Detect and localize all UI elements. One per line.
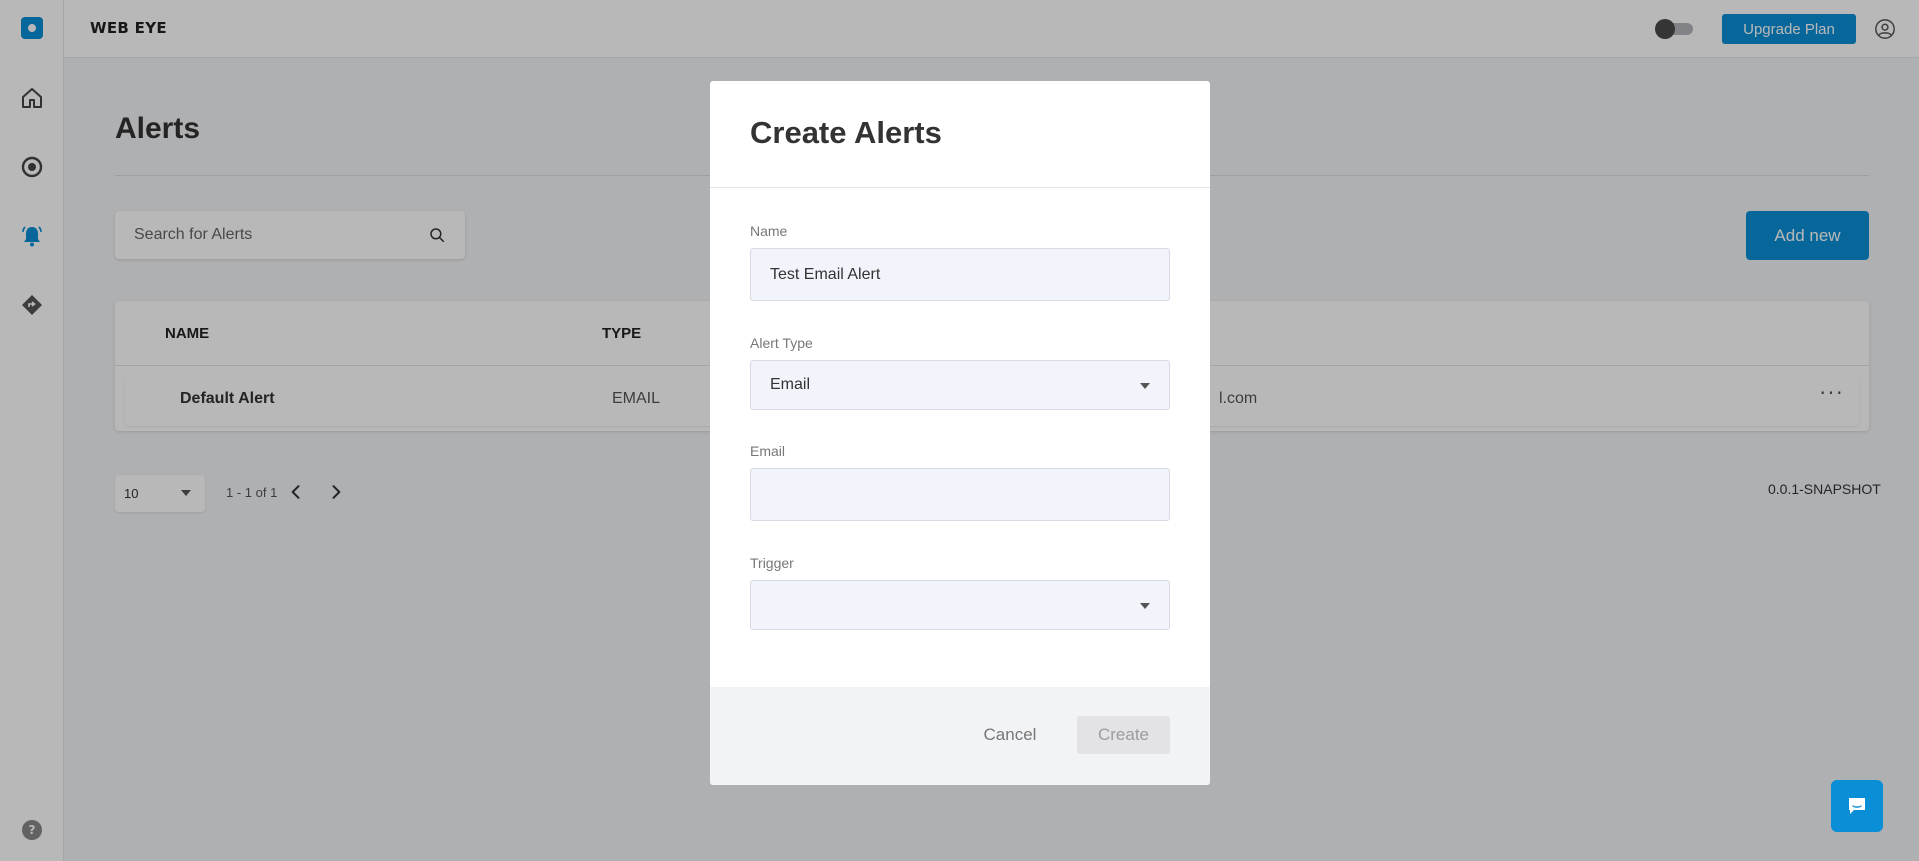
trigger-label: Trigger: [750, 555, 794, 571]
create-alert-dialog: Create Alerts Name Alert Type Email Emai…: [710, 81, 1210, 785]
alert-type-label: Alert Type: [750, 335, 813, 351]
alert-type-value: Email: [770, 376, 811, 393]
email-input[interactable]: [750, 468, 1170, 521]
dialog-title: Create Alerts: [750, 115, 942, 150]
trigger-select[interactable]: [750, 580, 1170, 630]
dialog-header-divider: [710, 187, 1210, 188]
chevron-down-icon: [1140, 603, 1150, 609]
cancel-button[interactable]: Cancel: [970, 716, 1050, 754]
name-label: Name: [750, 223, 788, 239]
chat-support-button[interactable]: [1831, 780, 1883, 832]
dialog-footer: Cancel Create: [710, 687, 1210, 785]
email-label: Email: [750, 443, 786, 459]
create-button[interactable]: Create: [1077, 716, 1170, 754]
chevron-down-icon: [1140, 383, 1150, 389]
name-input[interactable]: [750, 248, 1170, 301]
alert-type-select[interactable]: Email: [750, 360, 1170, 410]
chat-bubble-icon: [1849, 798, 1865, 814]
